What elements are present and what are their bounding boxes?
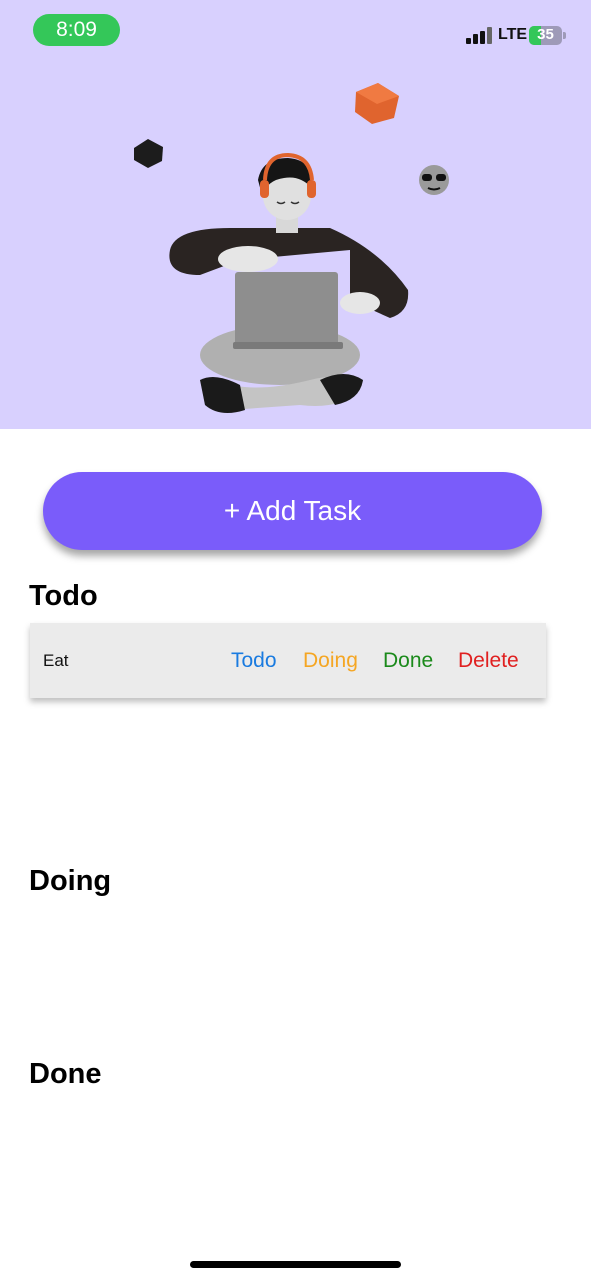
cellular-signal-icon [466, 27, 492, 44]
battery-icon: 35 [529, 26, 562, 45]
orange-cube-icon [355, 83, 399, 124]
black-cube-icon [134, 139, 163, 168]
move-to-done-button[interactable]: Done [383, 649, 433, 673]
status-time[interactable]: 8:09 [33, 14, 120, 46]
sunglasses-emoji-icon [419, 165, 449, 195]
battery-percent: 35 [537, 26, 554, 43]
todo-section-title: Todo [29, 580, 98, 612]
status-bar: 8:09 LTE 35 [0, 0, 591, 60]
add-task-button[interactable]: + Add Task [43, 472, 542, 550]
move-to-doing-button[interactable]: Doing [303, 649, 358, 673]
home-indicator[interactable] [190, 1261, 401, 1268]
task-card: Eat Todo Doing Done Delete [30, 623, 546, 698]
delete-task-button[interactable]: Delete [458, 649, 519, 673]
network-type: LTE [498, 26, 528, 43]
done-section-title: Done [29, 1058, 102, 1090]
doing-section-title: Doing [29, 865, 112, 897]
person-laptop-illustration [134, 83, 449, 414]
move-to-todo-button[interactable]: Todo [231, 649, 277, 673]
battery-tip [563, 32, 566, 39]
task-name: Eat [43, 651, 69, 670]
hero-banner [0, 0, 591, 429]
person-figure [169, 152, 409, 414]
